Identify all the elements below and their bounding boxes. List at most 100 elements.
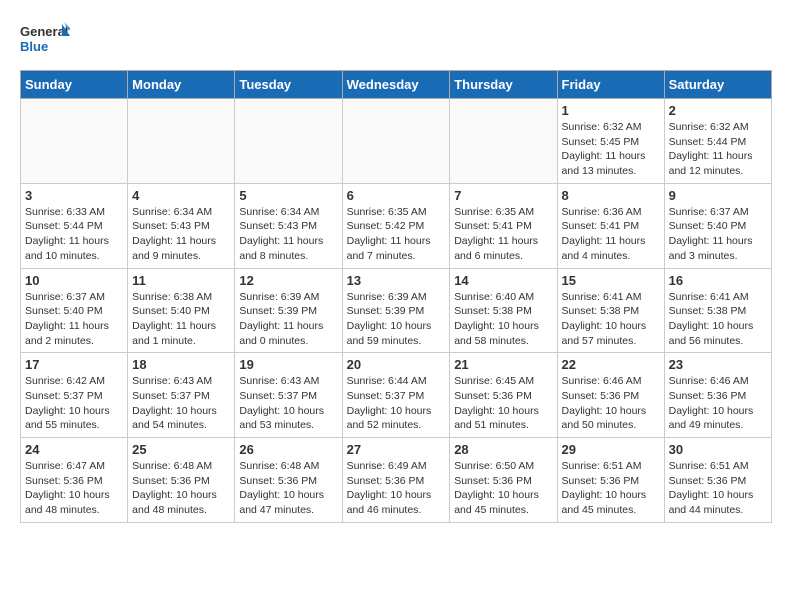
calendar-cell: 10Sunrise: 6:37 AM Sunset: 5:40 PM Dayli…	[21, 268, 128, 353]
calendar-header-row: SundayMondayTuesdayWednesdayThursdayFrid…	[21, 71, 772, 99]
calendar-cell	[450, 99, 557, 184]
day-info: Sunrise: 6:43 AM Sunset: 5:37 PM Dayligh…	[239, 374, 337, 433]
week-row-3: 17Sunrise: 6:42 AM Sunset: 5:37 PM Dayli…	[21, 353, 772, 438]
week-row-2: 10Sunrise: 6:37 AM Sunset: 5:40 PM Dayli…	[21, 268, 772, 353]
day-number: 29	[562, 442, 660, 457]
day-header-thursday: Thursday	[450, 71, 557, 99]
calendar-cell	[21, 99, 128, 184]
calendar-cell: 6 Sunrise: 6:35 AM Sunset: 5:42 PM Daylig…	[342, 183, 450, 268]
day-header-monday: Monday	[128, 71, 235, 99]
day-number: 17	[25, 357, 123, 372]
week-row-0: 1 Sunrise: 6:32 AM Sunset: 5:45 PM Daylig…	[21, 99, 772, 184]
day-info: Sunrise: 6:41 AM Sunset: 5:38 PM Dayligh…	[562, 290, 660, 349]
day-info: Sunrise: 6:48 AM Sunset: 5:36 PM Dayligh…	[239, 459, 337, 518]
calendar-cell: 18Sunrise: 6:43 AM Sunset: 5:37 PM Dayli…	[128, 353, 235, 438]
day-number: 10	[25, 273, 123, 288]
day-number: 3	[25, 188, 123, 203]
day-info: Sunrise: 6:39 AM Sunset: 5:39 PM Dayligh…	[347, 290, 446, 349]
day-header-saturday: Saturday	[664, 71, 771, 99]
day-number: 2	[669, 103, 767, 118]
day-info: Sunrise: 6:51 AM Sunset: 5:36 PM Dayligh…	[669, 459, 767, 518]
calendar-cell: 29 Sunrise: 6:51 AM Sunset: 5:36 PM Dayli…	[557, 438, 664, 523]
day-info: Sunrise: 6:33 AM Sunset: 5:44 PM Dayligh…	[25, 205, 123, 264]
day-number: 12	[239, 273, 337, 288]
week-row-4: 24 Sunrise: 6:47 AM Sunset: 5:36 PM Dayli…	[21, 438, 772, 523]
day-number: 6	[347, 188, 446, 203]
svg-text:Blue: Blue	[20, 39, 48, 54]
calendar-cell	[342, 99, 450, 184]
calendar-cell: 27 Sunrise: 6:49 AM Sunset: 5:36 PM Dayli…	[342, 438, 450, 523]
day-number: 27	[347, 442, 446, 457]
calendar-cell	[128, 99, 235, 184]
day-info: Sunrise: 6:45 AM Sunset: 5:36 PM Dayligh…	[454, 374, 552, 433]
calendar-cell: 20 Sunrise: 6:44 AM Sunset: 5:37 PM Dayli…	[342, 353, 450, 438]
calendar-cell: 23 Sunrise: 6:46 AM Sunset: 5:36 PM Dayli…	[664, 353, 771, 438]
week-row-1: 3 Sunrise: 6:33 AM Sunset: 5:44 PM Daylig…	[21, 183, 772, 268]
day-number: 19	[239, 357, 337, 372]
day-info: Sunrise: 6:36 AM Sunset: 5:41 PM Dayligh…	[562, 205, 660, 264]
day-info: Sunrise: 6:50 AM Sunset: 5:36 PM Dayligh…	[454, 459, 552, 518]
day-number: 20	[347, 357, 446, 372]
svg-text:General: General	[20, 24, 68, 39]
day-header-sunday: Sunday	[21, 71, 128, 99]
day-number: 24	[25, 442, 123, 457]
day-header-friday: Friday	[557, 71, 664, 99]
day-header-tuesday: Tuesday	[235, 71, 342, 99]
day-info: Sunrise: 6:44 AM Sunset: 5:37 PM Dayligh…	[347, 374, 446, 433]
day-number: 23	[669, 357, 767, 372]
day-number: 16	[669, 273, 767, 288]
calendar-cell: 13 Sunrise: 6:39 AM Sunset: 5:39 PM Dayli…	[342, 268, 450, 353]
day-info: Sunrise: 6:49 AM Sunset: 5:36 PM Dayligh…	[347, 459, 446, 518]
calendar-cell: 25Sunrise: 6:48 AM Sunset: 5:36 PM Dayli…	[128, 438, 235, 523]
day-number: 1	[562, 103, 660, 118]
day-info: Sunrise: 6:37 AM Sunset: 5:40 PM Dayligh…	[669, 205, 767, 264]
calendar-cell: 14 Sunrise: 6:40 AM Sunset: 5:38 PM Dayli…	[450, 268, 557, 353]
day-number: 7	[454, 188, 552, 203]
day-number: 21	[454, 357, 552, 372]
day-info: Sunrise: 6:34 AM Sunset: 5:43 PM Dayligh…	[239, 205, 337, 264]
day-info: Sunrise: 6:32 AM Sunset: 5:45 PM Dayligh…	[562, 120, 660, 179]
day-info: Sunrise: 6:35 AM Sunset: 5:42 PM Dayligh…	[347, 205, 446, 264]
day-info: Sunrise: 6:46 AM Sunset: 5:36 PM Dayligh…	[562, 374, 660, 433]
day-header-wednesday: Wednesday	[342, 71, 450, 99]
day-number: 4	[132, 188, 230, 203]
day-number: 5	[239, 188, 337, 203]
calendar-cell: 17Sunrise: 6:42 AM Sunset: 5:37 PM Dayli…	[21, 353, 128, 438]
calendar-cell: 3 Sunrise: 6:33 AM Sunset: 5:44 PM Daylig…	[21, 183, 128, 268]
calendar-cell: 5 Sunrise: 6:34 AM Sunset: 5:43 PM Daylig…	[235, 183, 342, 268]
calendar-cell: 4 Sunrise: 6:34 AM Sunset: 5:43 PM Daylig…	[128, 183, 235, 268]
calendar-cell: 2Sunrise: 6:32 AM Sunset: 5:44 PM Daylig…	[664, 99, 771, 184]
day-info: Sunrise: 6:38 AM Sunset: 5:40 PM Dayligh…	[132, 290, 230, 349]
day-info: Sunrise: 6:51 AM Sunset: 5:36 PM Dayligh…	[562, 459, 660, 518]
day-number: 11	[132, 273, 230, 288]
day-number: 13	[347, 273, 446, 288]
day-info: Sunrise: 6:34 AM Sunset: 5:43 PM Dayligh…	[132, 205, 230, 264]
day-info: Sunrise: 6:39 AM Sunset: 5:39 PM Dayligh…	[239, 290, 337, 349]
calendar: SundayMondayTuesdayWednesdayThursdayFrid…	[20, 70, 772, 523]
calendar-cell: 30 Sunrise: 6:51 AM Sunset: 5:36 PM Dayli…	[664, 438, 771, 523]
day-number: 30	[669, 442, 767, 457]
calendar-cell: 21 Sunrise: 6:45 AM Sunset: 5:36 PM Dayli…	[450, 353, 557, 438]
calendar-cell: 7Sunrise: 6:35 AM Sunset: 5:41 PM Daylig…	[450, 183, 557, 268]
calendar-cell: 22 Sunrise: 6:46 AM Sunset: 5:36 PM Dayli…	[557, 353, 664, 438]
day-number: 8	[562, 188, 660, 203]
day-number: 26	[239, 442, 337, 457]
calendar-cell: 28Sunrise: 6:50 AM Sunset: 5:36 PM Dayli…	[450, 438, 557, 523]
day-number: 22	[562, 357, 660, 372]
calendar-cell: 8 Sunrise: 6:36 AM Sunset: 5:41 PM Daylig…	[557, 183, 664, 268]
calendar-cell: 11 Sunrise: 6:38 AM Sunset: 5:40 PM Dayli…	[128, 268, 235, 353]
calendar-cell: 1 Sunrise: 6:32 AM Sunset: 5:45 PM Daylig…	[557, 99, 664, 184]
header: General Blue	[20, 20, 772, 60]
logo: General Blue	[20, 20, 70, 60]
day-info: Sunrise: 6:47 AM Sunset: 5:36 PM Dayligh…	[25, 459, 123, 518]
calendar-cell: 19 Sunrise: 6:43 AM Sunset: 5:37 PM Dayli…	[235, 353, 342, 438]
calendar-cell	[235, 99, 342, 184]
day-number: 15	[562, 273, 660, 288]
day-info: Sunrise: 6:41 AM Sunset: 5:38 PM Dayligh…	[669, 290, 767, 349]
day-number: 14	[454, 273, 552, 288]
calendar-cell: 16 Sunrise: 6:41 AM Sunset: 5:38 PM Dayli…	[664, 268, 771, 353]
day-info: Sunrise: 6:40 AM Sunset: 5:38 PM Dayligh…	[454, 290, 552, 349]
calendar-cell: 12 Sunrise: 6:39 AM Sunset: 5:39 PM Dayli…	[235, 268, 342, 353]
calendar-cell: 15 Sunrise: 6:41 AM Sunset: 5:38 PM Dayli…	[557, 268, 664, 353]
day-info: Sunrise: 6:46 AM Sunset: 5:36 PM Dayligh…	[669, 374, 767, 433]
